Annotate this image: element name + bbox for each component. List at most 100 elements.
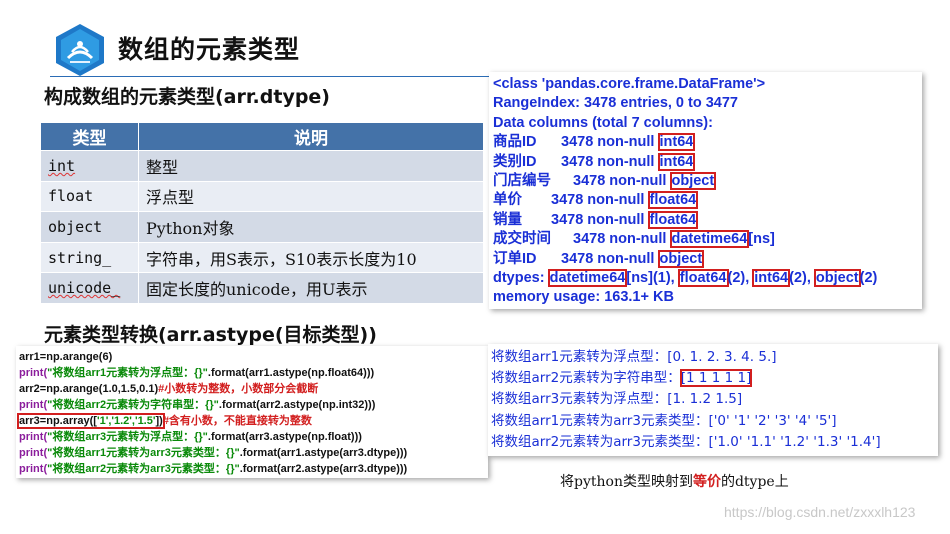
column-name: 门店编号 bbox=[493, 172, 551, 189]
info-column-row: 销量 3478 non-null float64 bbox=[493, 210, 922, 230]
info-column-row: 商品ID 3478 non-null int64 bbox=[493, 133, 922, 152]
column-count: 3478 non-null bbox=[561, 153, 655, 170]
column-extra: [ns] bbox=[748, 231, 775, 248]
output-line: 将数组arr2元素转为arr3元素类型：['1.0' '1.1' '1.2' '… bbox=[491, 433, 881, 450]
column-count: 3478 non-null bbox=[561, 250, 655, 267]
column-dtype: int64 bbox=[657, 152, 696, 171]
code-line: print("将数组arr2元素转为arr3元素类型：{}".format(ar… bbox=[19, 461, 488, 477]
code-string: '1','1.2','1.5' bbox=[96, 415, 156, 427]
info-line: <class 'pandas.core.frame.DataFrame'> bbox=[493, 76, 766, 92]
code-keyword: print( bbox=[19, 431, 48, 443]
info-dtypes-row: dtypes: datetime64[ns](1), float64(2), i… bbox=[493, 268, 922, 288]
dtypes-label: dtypes: bbox=[493, 269, 545, 286]
desc-cell: 整型 bbox=[138, 150, 484, 182]
code-line: arr1=np.arange(6) bbox=[19, 351, 113, 363]
dtypes-suffix: (2), bbox=[727, 269, 750, 286]
watermark: https://blog.csdn.net/zxxxlh123 bbox=[724, 504, 916, 520]
title-divider bbox=[50, 76, 490, 77]
dtypes-name: int64 bbox=[752, 268, 791, 287]
code-comment: #小数转为整数，小数部分会截断 bbox=[158, 383, 319, 395]
column-count: 3478 non-null bbox=[573, 172, 667, 189]
type-cell: string_ bbox=[40, 241, 139, 274]
code-text: .format(arr2.astype(np.int32))) bbox=[218, 399, 376, 411]
section-heading-dtype-text: 构成数组的元素类型(arr.dtype) bbox=[44, 86, 330, 108]
info-column-row: 成交时间 3478 non-null datetime64[ns] bbox=[493, 230, 922, 249]
column-dtype: float64 bbox=[647, 210, 699, 229]
code-text: .format(arr2.astype(arr3.dtype))) bbox=[239, 463, 408, 475]
code-text: arr3=np.array([ bbox=[19, 415, 97, 427]
type-name: unicode_ bbox=[48, 279, 121, 298]
table-row: int 整型 bbox=[40, 150, 484, 182]
column-name: 销量 bbox=[493, 211, 522, 228]
dtypes-name: float64 bbox=[677, 268, 729, 287]
column-dtype: float64 bbox=[647, 191, 699, 210]
desc-cell: Python对象 bbox=[138, 211, 484, 243]
column-count: 3478 non-null bbox=[573, 231, 667, 248]
code-comment: #含有小数，不能直接转为整数 bbox=[162, 415, 312, 427]
code-string: "将数组arr3元素转为浮点型：{}" bbox=[47, 431, 208, 443]
type-table: 类型 说明 int 整型 float 浮点型 object Python对象 s… bbox=[40, 122, 484, 304]
dtypes-name: datetime64 bbox=[547, 268, 628, 287]
column-dtype: datetime64 bbox=[669, 230, 750, 249]
dataframe-info-panel: <class 'pandas.core.frame.DataFrame'> Ra… bbox=[489, 72, 922, 309]
column-count: 3478 non-null bbox=[551, 192, 645, 209]
table-row: string_ 字符串，用S表示，S10表示长度为10 bbox=[40, 241, 484, 274]
column-name: 订单ID bbox=[493, 250, 537, 267]
column-name: 单价 bbox=[493, 192, 522, 209]
output-line: 将数组arr1元素转为浮点型：[0. 1. 2. 3. 4. 5.] bbox=[491, 349, 777, 365]
info-column-row: 订单ID 3478 non-null object bbox=[493, 249, 922, 269]
caption: 将python类型映射到等价的dtype上 bbox=[560, 471, 789, 491]
column-count: 3478 non-null bbox=[561, 134, 655, 151]
column-dtype: int64 bbox=[657, 133, 696, 152]
code-line: print("将数组arr1元素转为arr3元素类型：{}".format(ar… bbox=[19, 445, 488, 461]
table-row: float 浮点型 bbox=[40, 180, 484, 213]
column-dtype: object bbox=[657, 249, 705, 268]
section-heading-astype: 元素类型转换(arr.astype(目标类型)) bbox=[44, 324, 377, 346]
desc-cell: 浮点型 bbox=[138, 180, 484, 213]
table-header-desc: 说明 bbox=[138, 122, 484, 151]
slide-title: 数组的元素类型 bbox=[118, 35, 301, 64]
dtypes-name: object bbox=[813, 268, 861, 287]
code-line: print("将数组arr1元素转为浮点型：{}".format(arr1.as… bbox=[19, 365, 488, 381]
type-cell: unicode_ bbox=[40, 272, 139, 304]
section-heading-dtype: 构成数组的元素类型(arr.dtype) bbox=[44, 82, 330, 109]
output-highlight: [1 1 1 1 1] bbox=[679, 369, 753, 388]
info-column-row: 单价 3478 non-null float64 bbox=[493, 191, 922, 210]
column-name: 类别ID bbox=[493, 153, 537, 170]
desc-cell: 字符串，用S表示，S10表示长度为10 bbox=[138, 241, 484, 274]
column-dtype: object bbox=[669, 171, 717, 190]
column-name: 成交时间 bbox=[493, 231, 551, 248]
code-string: "将数组arr1元素转为arr3元素类型：{}" bbox=[47, 447, 240, 459]
code-keyword: print( bbox=[19, 447, 48, 459]
table-header-row: 类型 说明 bbox=[40, 122, 484, 151]
desc-cell: 固定长度的unicode，用U表示 bbox=[138, 272, 484, 304]
code-text: ]) bbox=[155, 415, 163, 427]
info-line: Data columns (total 7 columns): bbox=[493, 114, 713, 131]
column-name: 商品ID bbox=[493, 134, 537, 151]
type-cell: float bbox=[40, 180, 139, 213]
dtypes-suffix: (2) bbox=[859, 269, 878, 286]
type-cell: object bbox=[40, 211, 139, 243]
caption-text: 的dtype上 bbox=[720, 474, 789, 490]
code-text: .format(arr1.astype(arr3.dtype))) bbox=[239, 447, 408, 459]
code-text: arr2=np.arange(1.0,1.5,0.1) bbox=[19, 383, 159, 395]
dtypes-suffix: [ns](1), bbox=[626, 269, 675, 286]
code-line: arr2=np.arange(1.0,1.5,0.1)#小数转为整数，小数部分会… bbox=[19, 381, 488, 397]
table-row: unicode_ 固定长度的unicode，用U表示 bbox=[40, 272, 484, 304]
info-line: RangeIndex: 3478 entries, 0 to 3477 bbox=[493, 95, 738, 112]
output-line: 将数组arr2元素转为字符串型：[1 1 1 1 1] bbox=[491, 368, 938, 389]
code-keyword: print( bbox=[19, 399, 48, 411]
output-text: 将数组arr2元素转为字符串型： bbox=[491, 370, 681, 387]
type-name: int bbox=[48, 156, 76, 175]
type-cell: int bbox=[40, 150, 139, 182]
column-count: 3478 non-null bbox=[551, 211, 645, 228]
code-string: "将数组arr1元素转为浮点型：{}" bbox=[47, 367, 208, 379]
output-line: 将数组arr3元素转为浮点型：[1. 1.2 1.5] bbox=[491, 391, 743, 408]
code-panel: arr1=np.arange(6) print("将数组arr1元素转为浮点型：… bbox=[16, 346, 488, 478]
code-text: .format(arr1.astype(np.float64))) bbox=[207, 367, 375, 379]
info-line: memory usage: 163.1+ KB bbox=[493, 289, 674, 306]
code-text: .format(arr3.astype(np.float))) bbox=[207, 431, 362, 443]
caption-text: 将python类型映射到 bbox=[560, 474, 693, 490]
table-header-type: 类型 bbox=[40, 122, 139, 151]
output-line: 将数组arr1元素转为arr3元素类型：['0' '1' '2' '3' '4'… bbox=[491, 412, 837, 429]
